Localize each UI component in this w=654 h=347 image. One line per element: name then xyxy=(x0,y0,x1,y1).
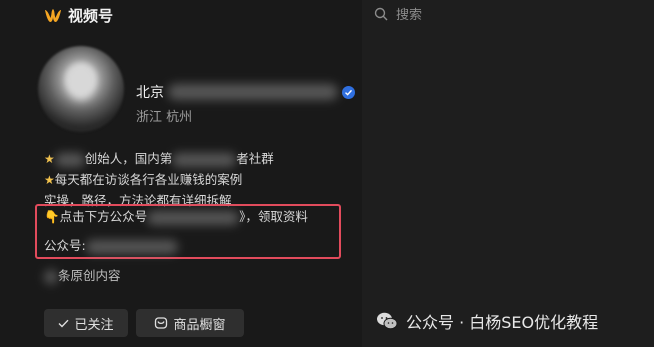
check-icon xyxy=(58,319,69,328)
bio-line-1: ★ 创始人，国内第 者社群 xyxy=(44,148,344,169)
bio-line-2-text: 每天都在访谈各行各业赚钱的案例 xyxy=(54,172,243,187)
name-redaction xyxy=(168,84,338,100)
shop-label: 商品橱窗 xyxy=(173,317,226,333)
profile-name-row: 北京 xyxy=(136,82,355,102)
followed-label: 已关注 xyxy=(74,317,114,333)
bio-redaction xyxy=(172,152,237,167)
bio-gzh-line: 公众号: xyxy=(44,235,178,254)
bio-redaction xyxy=(54,152,85,167)
wechat-watermark: 公众号 · 白杨SEO优化教程 xyxy=(376,309,598,333)
bio-line-1-text-a: 创始人，国内第 xyxy=(84,151,173,166)
gzh-id-redaction xyxy=(85,239,178,254)
watermark-text: 公众号 · 白杨SEO优化教程 xyxy=(406,313,599,332)
count-redaction xyxy=(44,269,58,284)
gzh-name-redaction xyxy=(147,210,240,225)
shop-window-button[interactable]: 商品橱窗 xyxy=(136,309,244,337)
bio-gzh-label: 公众号: xyxy=(44,238,86,253)
pointing-down-icon: 👇 xyxy=(44,209,60,224)
channels-logo-icon xyxy=(45,8,61,22)
count-suffix: 条原创内容 xyxy=(58,268,121,283)
original-content-count: 条原创内容 xyxy=(44,265,121,284)
app-brand[interactable]: 视频号 xyxy=(44,5,113,26)
bio-cta-line: 👇点击下方公众号 》，领取资料 xyxy=(44,206,308,225)
verified-badge-icon xyxy=(342,85,355,99)
wechat-icon xyxy=(377,312,398,330)
bio-line-2: ★每天都在访谈各行各业赚钱的案例 xyxy=(44,169,344,190)
search-icon xyxy=(374,7,388,20)
bio-cta-text-b: 》，领取资料 xyxy=(239,209,308,224)
search-bar[interactable]: 搜索 xyxy=(374,4,422,23)
star-icon: ★ xyxy=(44,173,55,187)
star-icon: ★ xyxy=(44,152,55,166)
avatar-face-blur xyxy=(66,64,96,100)
followed-button[interactable]: 已关注 xyxy=(44,309,128,337)
avatar[interactable] xyxy=(38,46,124,132)
feed-panel xyxy=(362,0,654,347)
shop-icon xyxy=(155,317,168,329)
app-name: 视频号 xyxy=(68,7,114,25)
bio-line-1-text-b: 者社群 xyxy=(236,151,274,166)
bio-cta-text-a: 点击下方公众号 xyxy=(59,209,148,224)
search-placeholder: 搜索 xyxy=(396,8,423,23)
profile-name: 北京 xyxy=(136,85,164,101)
profile-bio: ★ 创始人，国内第 者社群 ★每天都在访谈各行各业赚钱的案例 实操，路径，方法论都有… xyxy=(44,148,344,211)
profile-location: 浙江 杭州 xyxy=(136,110,193,125)
